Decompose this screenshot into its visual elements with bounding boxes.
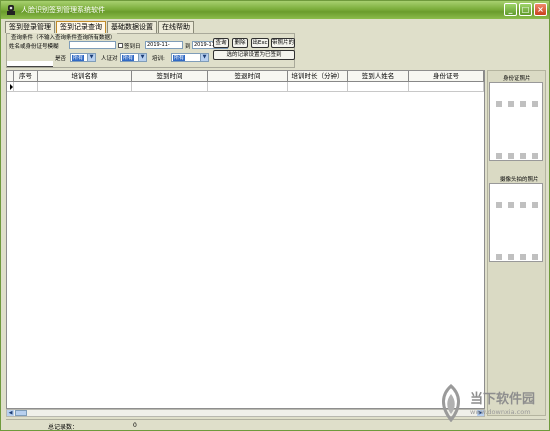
idcard-photo — [489, 82, 543, 161]
table-cell[interactable] — [348, 82, 409, 91]
close-button[interactable]: × — [534, 3, 547, 16]
downxia-logo-icon — [442, 384, 460, 422]
name-id-label: 姓名或身份证号模糊 — [9, 44, 59, 50]
query-conditions-legend: 查询条件（不输入查询条件查询所有数据） — [10, 33, 117, 41]
training-select[interactable]: 所有 ▼ — [171, 53, 209, 62]
watermark-url: www.downxia.com — [470, 408, 531, 416]
table-row[interactable] — [7, 82, 484, 92]
idcard-select-value: 所有 — [122, 55, 135, 61]
set-selected-signed-button[interactable]: 选的记录设置为已签到 — [213, 50, 295, 60]
app-window: 人脸识别签到管理系统软件 _ □ × 签到登录管理 签到记录查询 基础数据设置 … — [0, 0, 550, 431]
name-id-input[interactable] — [69, 41, 116, 49]
table-cell[interactable] — [38, 82, 132, 91]
main-tabs: 签到登录管理 签到记录查询 基础数据设置 在线帮助 — [5, 21, 195, 33]
tab-basic-data[interactable]: 基础数据设置 — [107, 21, 157, 33]
table-cell[interactable] — [409, 82, 484, 91]
records-table[interactable]: 序号 培训名称 签到时间 签退时间 培训时长（分钟） 签到人姓名 身份证号 — [6, 70, 485, 409]
table-cell[interactable] — [288, 82, 348, 91]
maximize-button[interactable]: □ — [519, 3, 532, 16]
window-title: 人脸识别签到管理系统软件 — [21, 6, 105, 14]
column-header[interactable]: 签到人姓名 — [348, 71, 409, 81]
idcard-photo-label: 身份证照片 — [503, 76, 531, 82]
training-select-value: 所有 — [173, 55, 186, 61]
date-from-input[interactable]: 2019-11- — [145, 41, 183, 49]
scroll-left-arrow-icon[interactable]: ◀ — [7, 410, 14, 416]
column-header[interactable]: 序号 — [14, 71, 38, 81]
table-cell[interactable] — [132, 82, 208, 91]
delete-button[interactable]: 删除 — [232, 38, 248, 48]
date-to-label: 到 — [185, 44, 191, 50]
idcard-match-select[interactable]: 所有 ▼ — [120, 53, 147, 62]
export-with-photo-button[interactable]: 带照片的Ex — [271, 38, 295, 48]
column-header[interactable]: 培训名称 — [38, 71, 132, 81]
watermark-title: 当下软件园 — [470, 392, 536, 407]
table-header: 序号 培训名称 签到时间 签退时间 培训时长（分钟） 签到人姓名 身份证号 — [7, 71, 484, 82]
tab-sign-login[interactable]: 签到登录管理 — [5, 21, 55, 33]
total-records-label: 总记录数： — [48, 424, 79, 431]
export-excel-button[interactable]: 出Exc — [251, 38, 269, 48]
filter-extra-input[interactable] — [7, 61, 53, 67]
column-header[interactable]: 身份证号 — [409, 71, 484, 81]
column-header[interactable]: 签到时间 — [132, 71, 208, 81]
total-records-value: 0 — [133, 422, 137, 429]
late-label: 是否 — [55, 56, 67, 62]
query-button[interactable]: 查询 — [213, 38, 229, 48]
camera-photo — [489, 183, 543, 262]
column-header[interactable]: 培训时长（分钟） — [288, 71, 348, 81]
idcard-match-label: 人证对 — [101, 56, 118, 62]
tab-record-query[interactable]: 签到记录查询 — [56, 21, 106, 33]
chevron-down-icon: ▼ — [200, 54, 208, 61]
title-bar[interactable]: 人脸识别签到管理系统软件 _ □ × — [1, 1, 549, 19]
camera-photo-label: 摄像头拍的照片 — [500, 177, 539, 183]
late-select[interactable]: 所有 ▼ — [70, 53, 96, 62]
training-label: 培训: — [152, 56, 165, 62]
late-select-value: 所有 — [72, 55, 85, 61]
date-label: 签到日 — [124, 44, 141, 50]
minimize-button[interactable]: _ — [504, 3, 517, 16]
date-checkbox[interactable] — [118, 43, 123, 48]
photo-panel: 身份证照片 摄像头拍的照片 — [487, 70, 546, 416]
header-indicator-cell — [7, 71, 14, 81]
chevron-down-icon: ▼ — [138, 54, 146, 61]
app-icon — [7, 5, 15, 15]
column-header[interactable]: 签退时间 — [208, 71, 288, 81]
watermark: 当下软件园 www.downxia.com — [436, 384, 548, 424]
chevron-down-icon: ▼ — [87, 54, 95, 61]
table-cell[interactable] — [208, 82, 288, 91]
row-indicator-cell — [7, 82, 14, 91]
horizontal-scrollbar[interactable]: ◀ ▶ — [6, 409, 485, 417]
scroll-thumb[interactable] — [15, 410, 27, 416]
tab-online-help[interactable]: 在线帮助 — [158, 21, 194, 33]
current-row-arrow-icon — [10, 84, 13, 90]
table-cell[interactable] — [14, 82, 38, 91]
